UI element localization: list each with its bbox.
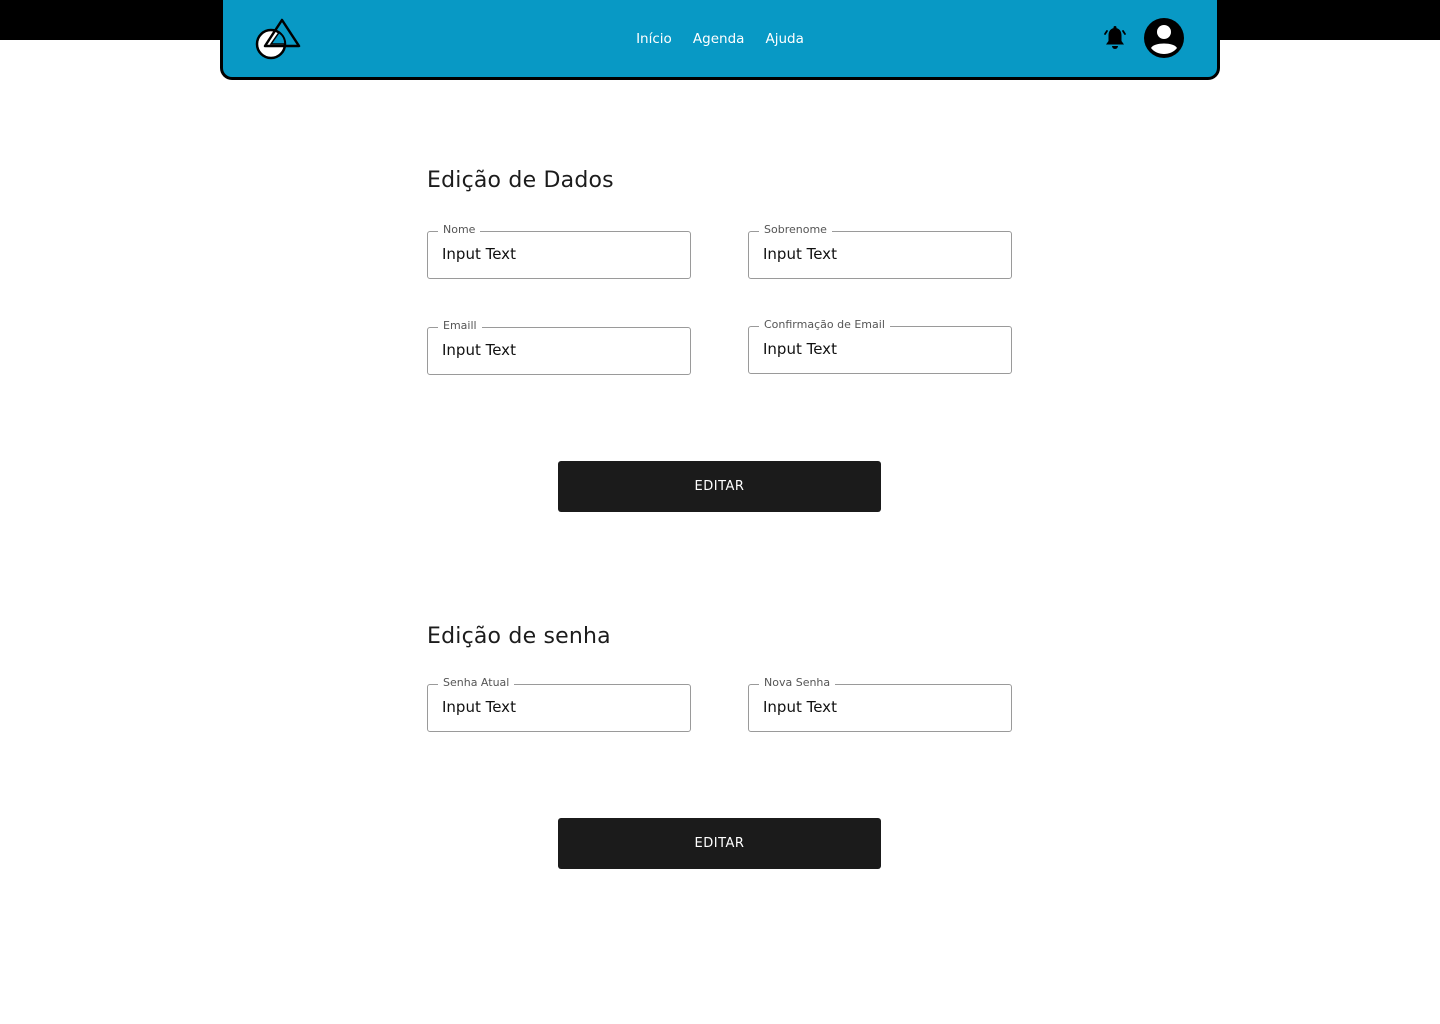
edit-password-button[interactable]: EDITAR [558, 818, 881, 869]
edit-data-button[interactable]: EDITAR [558, 461, 881, 512]
user-avatar-icon[interactable] [1143, 17, 1185, 59]
sobrenome-input[interactable] [763, 243, 998, 265]
nome-field: Nome [427, 223, 691, 279]
email-confirm-input[interactable] [763, 338, 998, 360]
bell-icon[interactable] [1103, 25, 1127, 51]
email-label: Emaill [438, 319, 482, 333]
email-input[interactable] [442, 339, 677, 361]
nav-link-agenda[interactable]: Agenda [693, 29, 745, 49]
password-section-title: Edição de senha [427, 624, 611, 649]
data-section-title: Edição de Dados [427, 168, 614, 193]
nome-label: Nome [438, 223, 481, 237]
nav-link-ajuda[interactable]: Ajuda [766, 29, 804, 49]
current-password-label: Senha Atual [438, 676, 515, 690]
new-password-field: Nova Senha [748, 676, 1012, 732]
email-field: Emaill [427, 319, 691, 375]
sobrenome-label: Sobrenome [759, 223, 832, 237]
nome-input[interactable] [442, 243, 677, 265]
current-password-input[interactable] [442, 696, 677, 718]
current-password-field: Senha Atual [427, 676, 691, 732]
new-password-input[interactable] [763, 696, 998, 718]
main-nav: Início Agenda Ajuda [223, 28, 1217, 49]
email-confirm-field: Confirmação de Email [748, 318, 1012, 374]
new-password-label: Nova Senha [759, 676, 836, 690]
email-confirm-label: Confirmação de Email [759, 318, 890, 332]
nav-link-inicio[interactable]: Início [636, 29, 672, 49]
sobrenome-field: Sobrenome [748, 223, 1012, 279]
navbar: Início Agenda Ajuda [220, 0, 1220, 80]
